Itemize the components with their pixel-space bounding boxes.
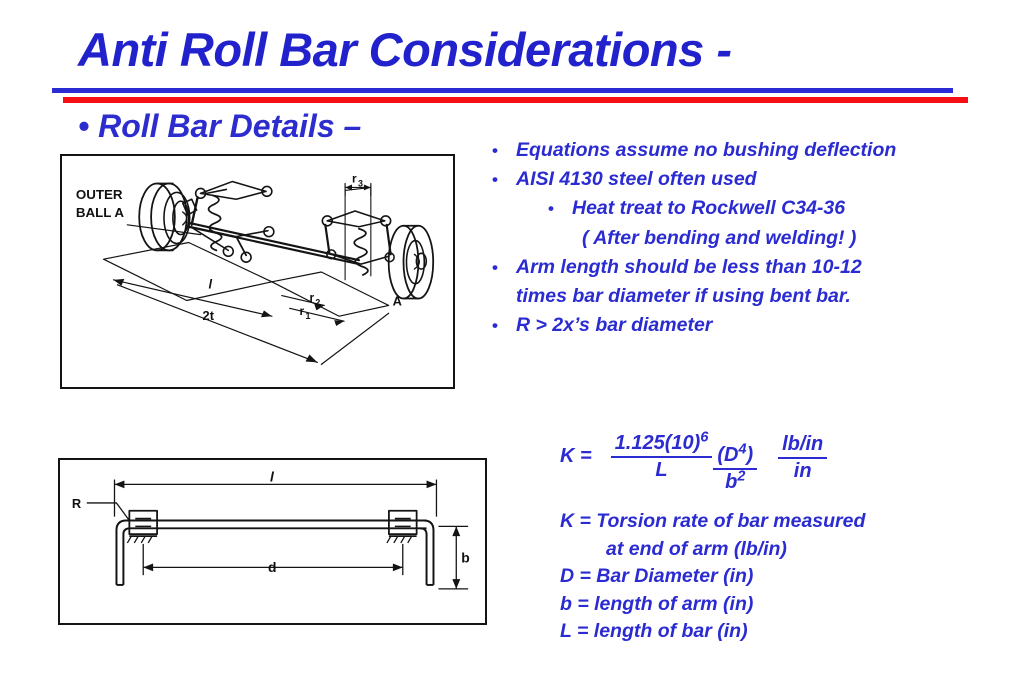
dimension-label-R: R [72, 496, 81, 511]
fraction-numerator: 1.125(10)6 [610, 429, 713, 458]
fraction-numerator: lb/in [778, 433, 828, 459]
equation-legend: K = Torsion rate of bar measured at end … [560, 508, 865, 646]
title-divider-blue [52, 88, 953, 93]
list-item-label: R > 2x’s bar diameter [516, 314, 713, 337]
dimension-label-r2-sub: 2 [315, 297, 320, 307]
dimension-label-2t: 2t [203, 308, 215, 323]
slide-canvas: Anti Roll Bar Considerations - • Roll Ba… [0, 0, 1024, 685]
dimension-label-d: d [268, 560, 276, 575]
bullet-marker-icon: • [492, 170, 498, 190]
anti-roll-bar-diagram-svg: R l d b [72, 470, 470, 590]
bullet-marker-icon: • [548, 199, 554, 219]
suspension-diagram-figure: OUTER BALL A l 2t r 3 r 2 r 1 A [60, 154, 455, 389]
legend-line: K = Torsion rate of bar measured [560, 510, 866, 532]
fraction-numerator: (D4) [713, 442, 758, 470]
dimension-label-l: l [209, 277, 213, 292]
list-item-continuation: times bar diameter if using bent bar. [516, 285, 851, 308]
list-item: • Equations assume no bushing deflection [492, 136, 992, 165]
denominator-exponent: 2 [737, 468, 746, 485]
dimension-label-r1: r [300, 304, 305, 318]
bullet-marker-icon: • [492, 257, 498, 277]
outer-ball-label-line2: BALL A [76, 205, 125, 220]
list-item: • AISI 4130 steel often used [492, 165, 992, 194]
equation-left-side: K = [560, 445, 592, 467]
fraction-denominator: in [793, 460, 812, 482]
numerator-open-text: (D [717, 444, 739, 466]
dimension-label-b: b [461, 551, 469, 566]
bullet-marker-icon: • [492, 316, 498, 336]
list-item: • Arm length should be less than 10-12 [492, 253, 992, 282]
subtitle: • Roll Bar Details – [78, 108, 362, 144]
bullet-list: • Equations assume no bushing deflection… [492, 136, 992, 340]
legend-line: L = length of bar (in) [560, 620, 748, 642]
list-item-label: Equations assume no bushing deflection [516, 139, 897, 161]
denominator-text: b [725, 471, 738, 493]
fraction-denominator: b2 [725, 468, 746, 494]
page-title: Anti Roll Bar Considerations - [78, 23, 732, 76]
suspension-diagram-svg: OUTER BALL A l 2t r 3 r 2 r 1 A [76, 172, 435, 365]
list-item: • Heat treat to Rockwell C34-36 [492, 194, 992, 223]
outer-ball-label-line1: OUTER [76, 187, 123, 202]
bullet-marker-icon: • [492, 141, 498, 160]
legend-line: at end of arm (lb/in) [606, 537, 787, 560]
dimension-label-l: l [270, 470, 275, 485]
list-item-label: Arm length should be less than 10-12 [516, 255, 862, 278]
equation-fraction-diameter: (D4) b2 [713, 442, 758, 494]
dimension-label-r1-sub: 1 [306, 311, 311, 321]
numerator-exponent: 6 [700, 429, 709, 446]
equation-fraction-constant: 1.125(10)6 L [610, 429, 713, 482]
fraction-denominator: L [655, 459, 668, 481]
torsion-rate-equation: K = 1.125(10)6 L (D4) b2 lb/in in [560, 429, 830, 494]
title-divider-red [63, 97, 968, 103]
numerator-close-text: ) [746, 444, 754, 466]
list-item-label: AISI 4130 steel often used [516, 168, 757, 191]
numerator-text: 1.125(10) [614, 432, 701, 454]
dimension-label-r2: r [309, 291, 314, 305]
dimension-label-r3: r [352, 172, 357, 186]
legend-line: b = length of arm (in) [560, 592, 754, 615]
list-item: • R > 2x’s bar diameter [492, 311, 992, 340]
dimension-label-r3-sub: 3 [358, 179, 363, 189]
list-item-continuation: ( After bending and welding! ) [582, 226, 857, 249]
dimension-label-a: A [393, 293, 402, 308]
legend-line: D = Bar Diameter (in) [560, 565, 754, 587]
equation-fraction-units: lb/in in [778, 433, 828, 483]
anti-roll-bar-diagram-figure: R l d b [58, 458, 487, 625]
list-item-label: Heat treat to Rockwell C34-36 [572, 197, 846, 220]
